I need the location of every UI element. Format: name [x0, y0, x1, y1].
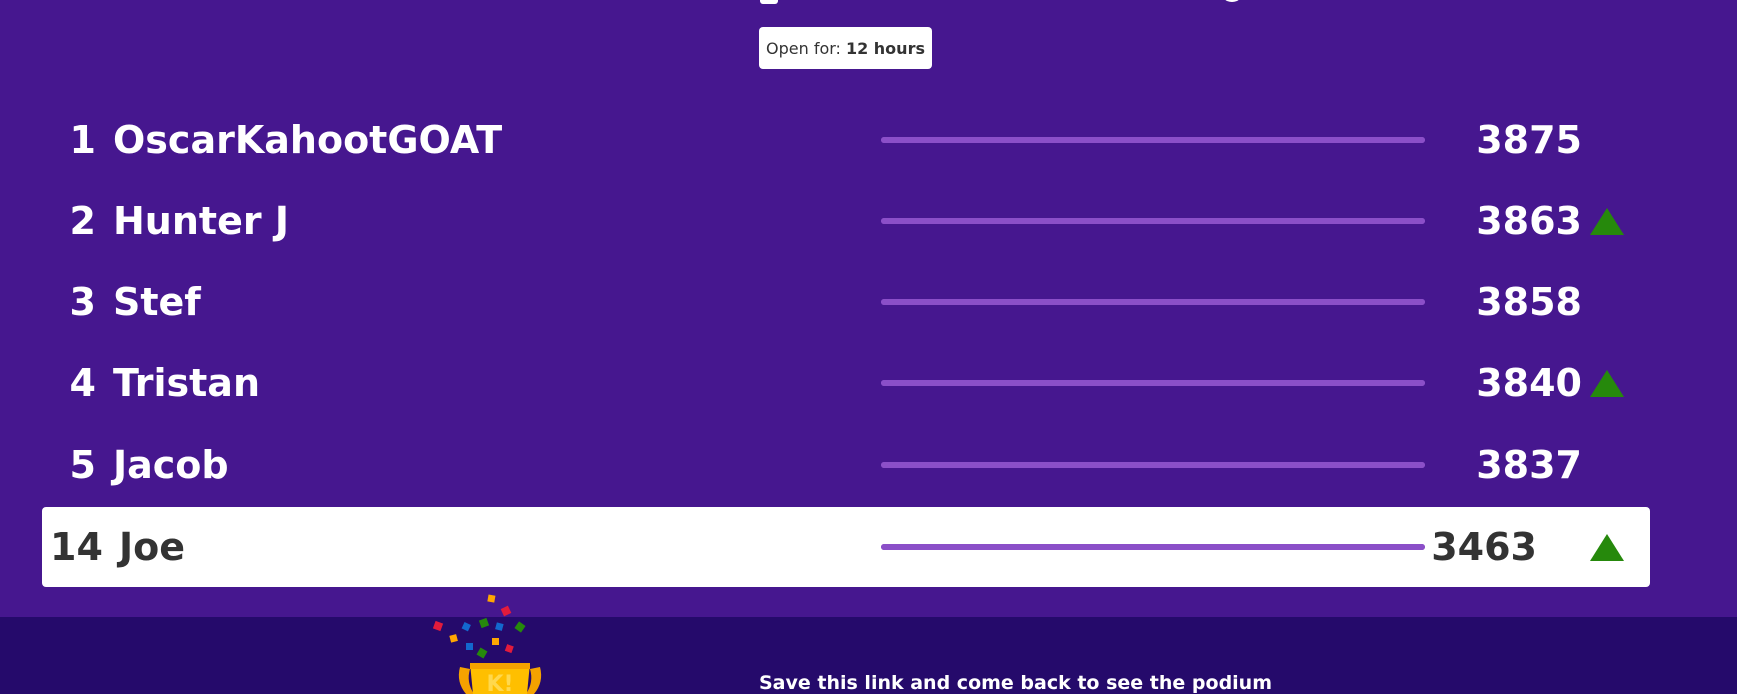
player-rank: 4 [69, 361, 96, 405]
current-player-row: 14 Joe 3463 [42, 507, 1650, 587]
player-score: 3858 [1476, 280, 1582, 324]
player-score: 3840 [1476, 361, 1582, 405]
player-score: 3875 [1476, 118, 1582, 162]
player-rank: 3 [69, 280, 96, 324]
player-score: 3463 [1431, 525, 1537, 569]
leaderboard-row: 5 Jacob 3837 [0, 425, 1737, 505]
player-name: OscarKahootGOAT [113, 118, 503, 162]
score-bar [881, 137, 1425, 143]
player-name: Stef [113, 280, 201, 324]
svg-text:K!: K! [486, 672, 513, 694]
save-link-message: Save this link and come back to see the … [759, 672, 1272, 694]
footer-banner: Save this link and come back to see the … [0, 617, 1737, 694]
player-name: Jacob [113, 443, 229, 487]
player-rank: 1 [69, 118, 96, 162]
score-bar [881, 218, 1425, 224]
player-name: Tristan [113, 361, 260, 405]
leaderboard-row: 2 Hunter J 3863 [0, 181, 1737, 261]
score-bar [881, 544, 1425, 550]
score-bar [881, 299, 1425, 305]
open-duration-value: 12 hours [845, 38, 925, 58]
open-duration-label: Open for: [766, 38, 841, 58]
leaderboard-panel: Open for: 12 hours 1 OscarKahootGOAT 387… [0, 0, 1737, 617]
player-score: 3863 [1476, 199, 1582, 243]
leaderboard-row: 3 Stef 3858 [0, 262, 1737, 342]
leaderboard-row: 1 OscarKahootGOAT 3875 [0, 100, 1737, 180]
score-bar [881, 380, 1425, 386]
leaderboard-row: 4 Tristan 3840 [0, 343, 1737, 423]
rank-up-icon [1590, 534, 1624, 561]
open-duration-badge: Open for: 12 hours [759, 27, 932, 69]
player-name: Hunter J [113, 199, 289, 243]
player-rank: 5 [69, 443, 96, 487]
player-score: 3837 [1476, 443, 1582, 487]
trophy-icon: K! [430, 587, 570, 694]
rank-up-icon [1590, 208, 1624, 235]
score-bar [881, 462, 1425, 468]
page-title-cropped [700, 0, 1260, 4]
player-name: Joe [119, 525, 186, 569]
player-rank: 14 [50, 525, 103, 569]
player-rank: 2 [69, 199, 96, 243]
rank-up-icon [1590, 370, 1624, 397]
